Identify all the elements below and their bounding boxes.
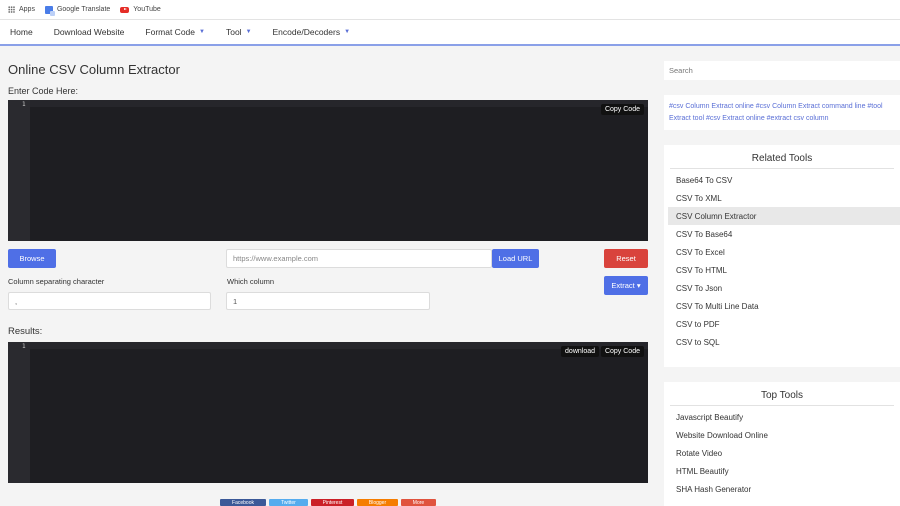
browse-button[interactable]: Browse	[8, 249, 56, 268]
related-item[interactable]: CSV To Multi Line Data	[668, 297, 900, 315]
related-item[interactable]: CSV To Excel	[668, 243, 900, 261]
bookmarks-bar: Apps Google Translate YouTube	[0, 0, 900, 20]
results-label: Results:	[8, 326, 43, 337]
load-url-button[interactable]: Load URL	[492, 249, 539, 268]
caret-down-icon: ▼	[199, 29, 205, 35]
column-input[interactable]: 1	[226, 292, 430, 310]
share-twitter-button[interactable]: Twitter	[269, 499, 308, 506]
bookmark-apps[interactable]: Apps	[8, 6, 35, 13]
nav-tool[interactable]: Tool ▼	[226, 27, 252, 37]
top-tools-title: Top Tools	[670, 382, 894, 406]
top-item[interactable]: HTML Beautify	[668, 462, 900, 480]
bookmark-label: Apps	[19, 6, 35, 13]
download-button[interactable]: download	[561, 346, 599, 357]
share-pinterest-button[interactable]: Pinterest	[311, 499, 354, 506]
nav-encode-decoders[interactable]: Encode/Decoders ▼	[273, 27, 351, 37]
share-more-button[interactable]: More	[401, 499, 436, 506]
top-item[interactable]: SHA Hash Generator	[668, 480, 900, 498]
nav-home[interactable]: Home	[10, 27, 33, 37]
nav-label: Home	[10, 27, 33, 37]
copy-code-button[interactable]: Copy Code	[600, 104, 644, 115]
code-input-editor[interactable]: 1 Copy Code	[8, 100, 648, 241]
related-tools-panel: Related Tools Base64 To CSV CSV To XML CSV…	[664, 145, 900, 367]
url-input[interactable]: https://www.example.com	[226, 249, 492, 268]
top-item[interactable]: Website Download Online	[668, 426, 900, 444]
top-item[interactable]: Rotate Video	[668, 444, 900, 462]
related-item[interactable]: CSV to SQL	[668, 333, 900, 351]
tag-row[interactable]: Extract tool #csv Extract online #extrac…	[669, 113, 900, 125]
nav-download-website[interactable]: Download Website	[54, 27, 125, 37]
caret-down-icon: ▼	[245, 29, 252, 35]
page-title: Online CSV Column Extractor	[8, 62, 180, 77]
bookmark-label: Google Translate	[56, 6, 111, 13]
top-tools-list: Javascript Beautify Website Download Onli…	[664, 406, 900, 498]
editor-gutter	[8, 342, 30, 483]
bookmark-google-translate[interactable]: Google Translate	[44, 5, 111, 16]
caret-down-icon: ▼	[344, 29, 351, 35]
related-tools-title: Related Tools	[670, 145, 894, 169]
reset-button[interactable]: Reset	[604, 249, 648, 268]
separator-input[interactable]: ,	[8, 292, 211, 310]
enter-code-label: Enter Code Here:	[8, 86, 79, 96]
youtube-icon	[120, 6, 130, 13]
related-item[interactable]: CSV To Base64	[668, 225, 900, 243]
nav-label: Encode/Decoders	[272, 27, 341, 37]
main-nav: Home Download Website Format Code ▼ Tool ▼…	[0, 20, 900, 46]
bookmark-label: YouTube	[133, 6, 161, 13]
related-item[interactable]: CSV To XML	[668, 189, 900, 207]
tag-row[interactable]: #csv Column Extract online #csv Column E…	[669, 101, 900, 113]
active-line	[30, 342, 648, 349]
related-item[interactable]: CSV To Json	[668, 279, 900, 297]
share-facebook-button[interactable]: Facebook	[220, 499, 266, 506]
related-item[interactable]: CSV To HTML	[668, 261, 900, 279]
apps-grid-icon	[8, 6, 15, 13]
sidebar-search-input[interactable]: Search	[664, 61, 900, 80]
nav-format-code[interactable]: Format Code ▼	[145, 27, 205, 37]
browse-label: Browse	[19, 254, 45, 263]
nav-label: Download Website	[53, 27, 125, 37]
nav-label: Format Code	[145, 27, 196, 37]
line-number: 1	[22, 343, 26, 350]
bookmark-youtube[interactable]: YouTube	[120, 6, 161, 13]
extract-button[interactable]: Extract ▾	[604, 276, 648, 295]
top-tools-panel: Top Tools Javascript Beautify Website Dow…	[664, 382, 900, 506]
related-item[interactable]: CSV Column Extractor	[668, 207, 900, 225]
separator-label: Column separating character	[8, 277, 105, 286]
line-number: 1	[22, 101, 26, 108]
tag-cloud: #csv Column Extract online #csv Column E…	[664, 95, 900, 130]
google-translate-icon	[44, 5, 55, 16]
related-item[interactable]: CSV to PDF	[668, 315, 900, 333]
results-editor[interactable]: 1 download Copy Code	[8, 342, 648, 483]
copy-code-button[interactable]: Copy Code	[600, 346, 644, 357]
nav-label: Tool	[225, 27, 242, 37]
related-tools-list: Base64 To CSV CSV To XML CSV Column Extrac…	[664, 169, 900, 351]
share-blogger-button[interactable]: Blogger	[357, 499, 398, 506]
column-label: Which column	[227, 277, 275, 286]
related-item[interactable]: Base64 To CSV	[668, 171, 900, 189]
active-line	[30, 100, 648, 107]
editor-gutter	[8, 100, 30, 241]
top-item[interactable]: Javascript Beautify	[668, 408, 900, 426]
